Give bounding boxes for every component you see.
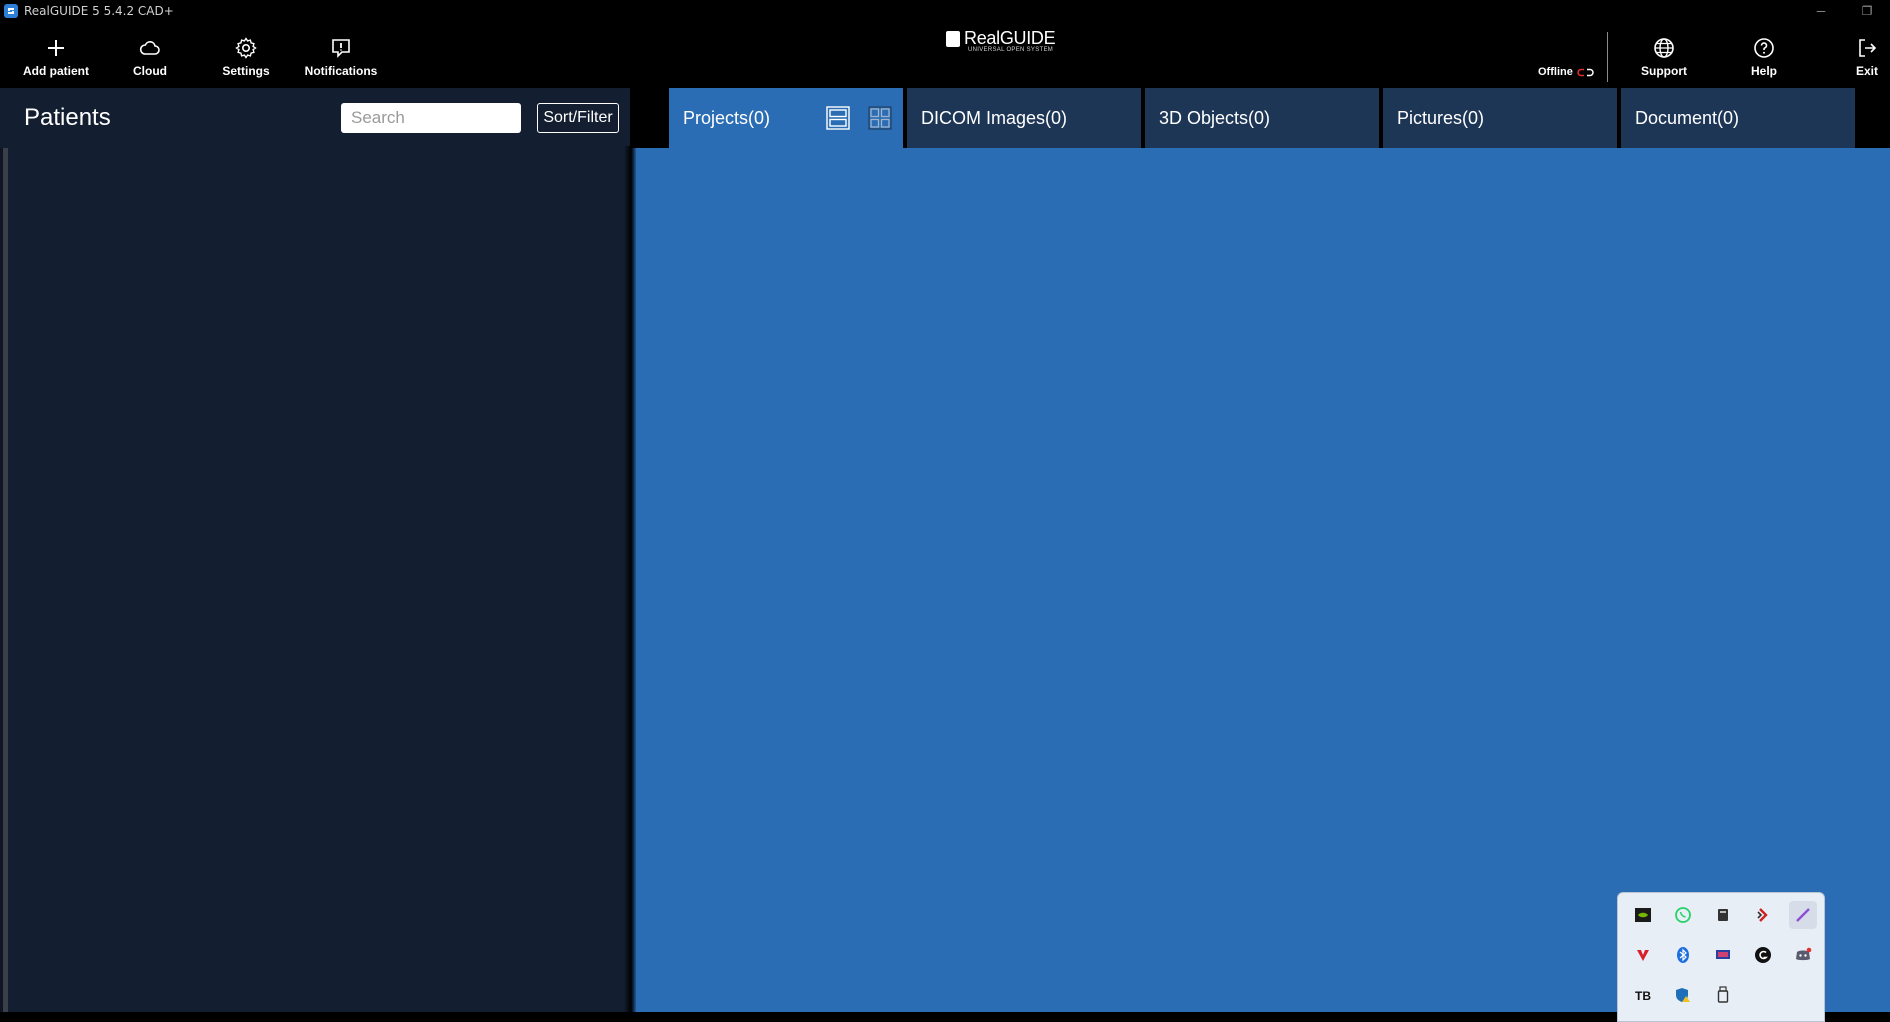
cloud-icon bbox=[139, 41, 160, 55]
tab-3d-objects[interactable]: 3D Objects(0) bbox=[1145, 88, 1379, 148]
whatsapp-icon[interactable] bbox=[1669, 901, 1697, 929]
panel-shadow bbox=[624, 146, 636, 1012]
tab-document[interactable]: Document(0) bbox=[1621, 88, 1855, 148]
notifications-button[interactable]: Notifications bbox=[304, 22, 378, 88]
logo-mark-icon bbox=[946, 30, 960, 47]
title-bar: RealGUIDE 5 5.4.2 CAD+ ─ ❐ bbox=[0, 0, 1890, 22]
scrollbar-thumb[interactable] bbox=[3, 148, 8, 1012]
disconnected-icon bbox=[1577, 68, 1594, 76]
usb-stick-icon[interactable] bbox=[1709, 981, 1737, 1009]
patients-panel: Patients Sort/Filter bbox=[0, 88, 630, 1012]
logitech-icon[interactable] bbox=[1749, 941, 1777, 969]
sort-filter-button[interactable]: Sort/Filter bbox=[537, 103, 619, 133]
notification-icon bbox=[332, 39, 350, 58]
toolbar-divider bbox=[1607, 32, 1608, 82]
system-tray-overflow: TB bbox=[1617, 892, 1825, 1022]
plus-icon bbox=[48, 40, 64, 56]
connection-status: Offline bbox=[1538, 66, 1594, 78]
usb-drive-icon[interactable] bbox=[1709, 901, 1737, 929]
realguide-logo: RealGUIDE UNIVERSAL OPEN SYSTEM bbox=[946, 28, 1058, 58]
settings-button[interactable]: Settings bbox=[218, 22, 274, 88]
grid-view-icon[interactable] bbox=[867, 105, 893, 131]
help-icon bbox=[1754, 38, 1774, 58]
globe-icon bbox=[1654, 38, 1674, 58]
search-input[interactable] bbox=[341, 103, 521, 133]
window-title: RealGUIDE 5 5.4.2 CAD+ bbox=[24, 4, 174, 18]
help-button[interactable]: Help bbox=[1746, 22, 1782, 88]
nvidia-icon[interactable] bbox=[1629, 901, 1657, 929]
remote-icon[interactable] bbox=[1749, 901, 1777, 929]
add-patient-button[interactable]: Add patient bbox=[18, 22, 94, 88]
tb-icon[interactable]: TB bbox=[1629, 981, 1657, 1009]
monitor-icon[interactable] bbox=[1709, 941, 1737, 969]
support-button[interactable]: Support bbox=[1638, 22, 1690, 88]
pen-icon[interactable] bbox=[1789, 901, 1817, 929]
projects-content-area bbox=[636, 148, 1890, 1012]
toolbar: Add patient Cloud Settings Notifications… bbox=[0, 22, 1890, 88]
exit-button[interactable]: Exit bbox=[1852, 22, 1882, 88]
cloud-button[interactable]: Cloud bbox=[124, 22, 176, 88]
tab-pictures[interactable]: Pictures(0) bbox=[1383, 88, 1617, 148]
bluetooth-icon[interactable] bbox=[1669, 941, 1697, 969]
app-icon bbox=[4, 4, 18, 18]
restore-button[interactable]: ❐ bbox=[1844, 0, 1890, 22]
discord-icon[interactable] bbox=[1789, 941, 1817, 969]
minimize-button[interactable]: ─ bbox=[1798, 0, 1844, 22]
gear-icon bbox=[235, 37, 257, 59]
tab-dicom-images[interactable]: DICOM Images(0) bbox=[907, 88, 1141, 148]
exit-icon bbox=[1859, 39, 1877, 57]
list-view-icon[interactable] bbox=[825, 105, 851, 131]
tab-bar: Projects(0) DICOM Images(0) 3D Objects(0… bbox=[630, 88, 1890, 148]
defender-icon[interactable] bbox=[1669, 981, 1697, 1009]
svg-text:TB: TB bbox=[1635, 989, 1651, 1002]
vivaldi-icon[interactable] bbox=[1629, 941, 1657, 969]
patients-title: Patients bbox=[24, 104, 111, 131]
